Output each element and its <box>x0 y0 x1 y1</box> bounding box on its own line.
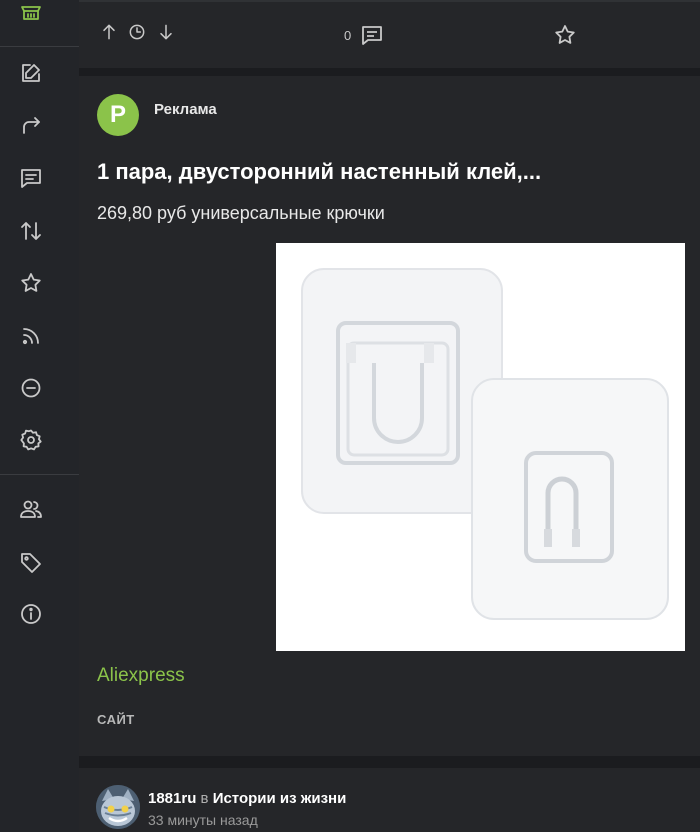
ad-avatar: P <box>97 94 139 136</box>
upvote-icon[interactable] <box>99 22 119 42</box>
settings-icon[interactable] <box>18 427 44 453</box>
comments-icon[interactable] <box>18 165 44 191</box>
post-time: 33 минуты назад <box>148 812 258 828</box>
comment-count: 0 <box>344 28 352 43</box>
community-link[interactable]: Истории из жизни <box>213 790 347 807</box>
ad-kind-label: САЙТ <box>97 712 135 727</box>
ad-label: Реклама <box>154 101 217 118</box>
rss-icon[interactable] <box>18 323 44 349</box>
post-card[interactable]: 1881ru в Истории из жизни 33 минуты наза… <box>79 768 700 832</box>
sidebar-divider <box>0 474 79 475</box>
post-author-line: 1881ru в Истории из жизни <box>148 790 346 807</box>
sort-icon[interactable] <box>18 218 44 244</box>
previous-post-footer: 0 <box>79 0 700 68</box>
divider <box>79 0 700 2</box>
basket-icon[interactable] <box>18 0 44 26</box>
share-icon[interactable] <box>18 112 44 138</box>
star-icon[interactable] <box>18 270 44 296</box>
in-label: в <box>200 790 209 807</box>
ad-title[interactable]: 1 пара, двусторонний настенный клей,... <box>97 159 541 185</box>
sidebar <box>0 0 79 832</box>
comments-icon[interactable] <box>360 23 384 52</box>
edit-icon[interactable] <box>18 60 44 86</box>
clock-icon <box>127 22 147 42</box>
avatar[interactable] <box>96 785 140 829</box>
ad-card[interactable]: P Реклама 1 пара, двусторонний настенный… <box>79 76 700 756</box>
tag-icon[interactable] <box>18 549 44 575</box>
downvote-icon[interactable] <box>156 22 176 42</box>
author-link[interactable]: 1881ru <box>148 790 196 807</box>
info-icon[interactable] <box>18 601 44 627</box>
ad-site-link[interactable]: Aliexpress <box>97 665 185 687</box>
feed: 0 P Реклама 1 пара, двусторонний настенн… <box>79 0 700 832</box>
save-star-icon[interactable] <box>553 23 577 52</box>
ad-description: 269,80 руб универсальные крючки <box>97 203 385 223</box>
users-icon[interactable] <box>18 496 44 522</box>
minus-circle-icon[interactable] <box>18 375 44 401</box>
product-image[interactable] <box>276 243 685 651</box>
sidebar-divider <box>0 46 79 47</box>
